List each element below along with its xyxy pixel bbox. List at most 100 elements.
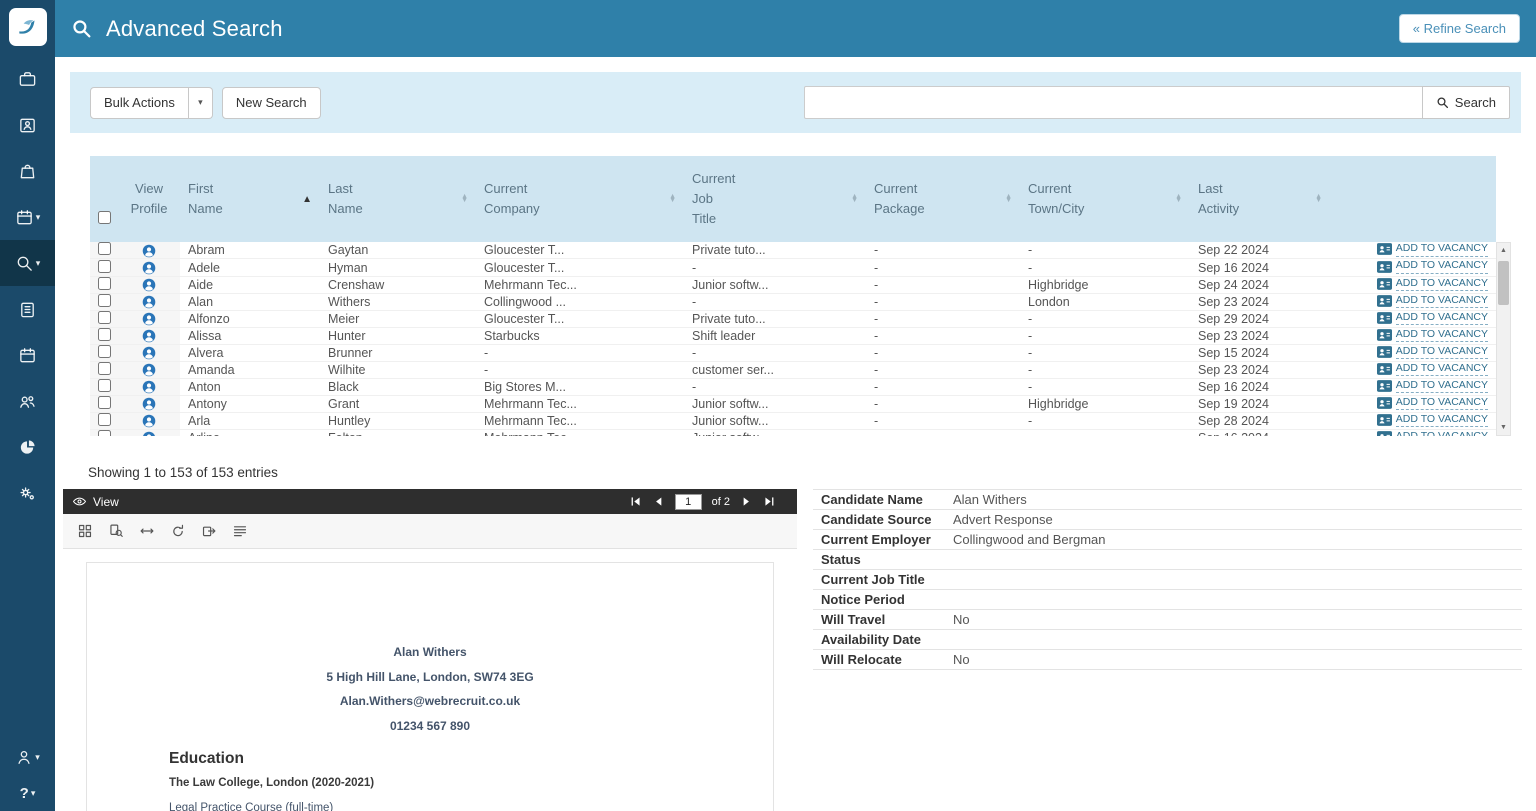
table-row[interactable]: Aide Crenshaw Mehrmann Tec... Junior sof…	[90, 276, 1496, 293]
view-profile-icon[interactable]	[142, 431, 156, 436]
view-profile-icon[interactable]	[142, 346, 156, 360]
column-header-current-job-title[interactable]: Current Job Title▲▼	[684, 156, 866, 242]
add-to-vacancy-button[interactable]: ADD TO VACANCY	[1377, 277, 1488, 291]
add-to-vacancy-button[interactable]: ADD TO VACANCY	[1377, 345, 1488, 359]
table-row[interactable]: Abram Gaytan Gloucester T... Private tut…	[90, 242, 1496, 259]
sidebar-item-calendar[interactable]	[0, 332, 55, 378]
add-to-vacancy-button[interactable]: ADD TO VACANCY	[1377, 379, 1488, 393]
add-to-vacancy-button[interactable]: ADD TO VACANCY	[1377, 396, 1488, 410]
scrollbar-thumb[interactable]	[1498, 261, 1509, 305]
scroll-up-button[interactable]: ▲	[1497, 243, 1510, 258]
view-profile-icon[interactable]	[142, 363, 156, 377]
row-checkbox[interactable]	[98, 362, 111, 375]
table-row[interactable]: Alissa Hunter Starbucks Shift leader - -…	[90, 327, 1496, 344]
row-checkbox[interactable]	[98, 328, 111, 341]
row-checkbox[interactable]	[98, 294, 111, 307]
add-to-vacancy-button[interactable]: ADD TO VACANCY	[1377, 328, 1488, 342]
calendar-menu-icon	[15, 208, 34, 227]
sidebar-item-briefcase[interactable]	[0, 56, 55, 102]
row-checkbox[interactable]	[98, 396, 111, 409]
column-header-first-name[interactable]: First Name▲	[180, 156, 320, 242]
sidebar-item-people[interactable]	[0, 378, 55, 424]
document-page: Alan Withers 5 High Hill Lane, London, S…	[86, 562, 774, 811]
new-search-button[interactable]: New Search	[222, 87, 321, 119]
sidebar-item-bag[interactable]	[0, 148, 55, 194]
sidebar-item-settings[interactable]	[0, 470, 55, 516]
add-to-vacancy-button[interactable]: ADD TO VACANCY	[1377, 430, 1488, 436]
sidebar-item-clipboard[interactable]	[0, 286, 55, 332]
sidebar-item-help-menu[interactable]: ? ▾	[0, 775, 55, 811]
table-row[interactable]: Alan Withers Collingwood ... - - London …	[90, 293, 1496, 310]
text-view-icon[interactable]	[232, 523, 248, 539]
row-checkbox[interactable]	[98, 379, 111, 392]
column-header-last-activity[interactable]: Last Activity▲▼	[1190, 156, 1330, 242]
last-page-button[interactable]	[763, 495, 776, 508]
cell-last-name: Meier	[320, 310, 476, 327]
view-profile-icon[interactable]	[142, 312, 156, 326]
view-profile-icon[interactable]	[142, 278, 156, 292]
row-checkbox[interactable]	[98, 242, 111, 255]
row-checkbox[interactable]	[98, 311, 111, 324]
view-profile-icon[interactable]	[142, 380, 156, 394]
scroll-down-button[interactable]: ▼	[1497, 420, 1510, 435]
row-checkbox[interactable]	[98, 260, 111, 273]
table-row[interactable]: Alvera Brunner - - - - Sep 15 2024 ADD T…	[90, 344, 1496, 361]
thumbnails-icon[interactable]	[77, 523, 93, 539]
view-profile-icon[interactable]	[142, 261, 156, 275]
column-header-current-town-city[interactable]: Current Town/City▲▼	[1020, 156, 1190, 242]
add-to-vacancy-button[interactable]: ADD TO VACANCY	[1377, 259, 1488, 273]
sidebar-item-contacts[interactable]	[0, 102, 55, 148]
people-icon	[18, 392, 37, 411]
table-row[interactable]: Antony Grant Mehrmann Tec... Junior soft…	[90, 395, 1496, 412]
view-profile-icon[interactable]	[142, 414, 156, 428]
bulk-actions-button[interactable]: Bulk Actions	[90, 87, 189, 119]
row-checkbox[interactable]	[98, 430, 111, 436]
view-profile-icon[interactable]	[142, 329, 156, 343]
fit-width-icon[interactable]	[139, 523, 155, 539]
column-header-current-company[interactable]: Current Company▲▼	[476, 156, 684, 242]
zoom-page-icon[interactable]	[108, 523, 124, 539]
add-to-vacancy-button[interactable]: ADD TO VACANCY	[1377, 362, 1488, 376]
search-button[interactable]: Search	[1422, 86, 1510, 119]
select-all-checkbox[interactable]	[98, 211, 111, 224]
add-to-vacancy-button[interactable]: ADD TO VACANCY	[1377, 311, 1488, 325]
previous-page-button[interactable]	[652, 495, 665, 508]
gears-icon	[18, 484, 37, 503]
detail-value: No	[945, 610, 978, 629]
export-icon[interactable]	[201, 523, 217, 539]
cell-current-company: Gloucester T...	[476, 242, 684, 259]
viewer-body[interactable]: Alan Withers 5 High Hill Lane, London, S…	[63, 549, 797, 811]
bulk-actions-caret-button[interactable]: ▾	[189, 87, 213, 119]
sidebar-item-calendar-menu[interactable]: ▾	[0, 194, 55, 240]
row-checkbox[interactable]	[98, 413, 111, 426]
refine-search-button[interactable]: « Refine Search	[1399, 14, 1520, 43]
table-row[interactable]: Arline Felton Mehrmann Tec... Junior sof…	[90, 430, 1496, 437]
add-to-vacancy-button[interactable]: ADD TO VACANCY	[1377, 242, 1488, 256]
app-logo[interactable]	[9, 8, 47, 46]
search-input[interactable]	[804, 86, 1423, 119]
view-profile-icon[interactable]	[142, 244, 156, 258]
page-number-input[interactable]	[675, 494, 702, 510]
row-checkbox[interactable]	[98, 345, 111, 358]
sidebar-item-search[interactable]: ▾	[0, 240, 55, 286]
cell-first-name: Antony	[180, 395, 320, 412]
table-row[interactable]: Anton Black Big Stores M... - - - Sep 16…	[90, 378, 1496, 395]
sidebar-item-user-menu[interactable]: ▾	[0, 739, 55, 775]
table-row[interactable]: Arla Huntley Mehrmann Tec... Junior soft…	[90, 413, 1496, 430]
add-to-vacancy-button[interactable]: ADD TO VACANCY	[1377, 294, 1488, 308]
table-row[interactable]: Adele Hyman Gloucester T... - - - Sep 16…	[90, 259, 1496, 276]
table-scrollbar[interactable]: ▲ ▼	[1496, 242, 1511, 436]
view-profile-icon[interactable]	[142, 295, 156, 309]
view-profile-icon[interactable]	[142, 397, 156, 411]
table-row[interactable]: Alfonzo Meier Gloucester T... Private tu…	[90, 310, 1496, 327]
bottom-panels: View of 2 Alan	[63, 489, 1536, 811]
rotate-icon[interactable]	[170, 523, 186, 539]
column-header-current-package[interactable]: Current Package▲▼	[866, 156, 1020, 242]
first-page-button[interactable]	[629, 495, 642, 508]
row-checkbox[interactable]	[98, 277, 111, 290]
next-page-button[interactable]	[740, 495, 753, 508]
sidebar-item-reports[interactable]	[0, 424, 55, 470]
column-header-last-name[interactable]: Last Name▲▼	[320, 156, 476, 242]
add-to-vacancy-button[interactable]: ADD TO VACANCY	[1377, 413, 1488, 427]
table-row[interactable]: Amanda Wilhite - customer ser... - - Sep…	[90, 361, 1496, 378]
